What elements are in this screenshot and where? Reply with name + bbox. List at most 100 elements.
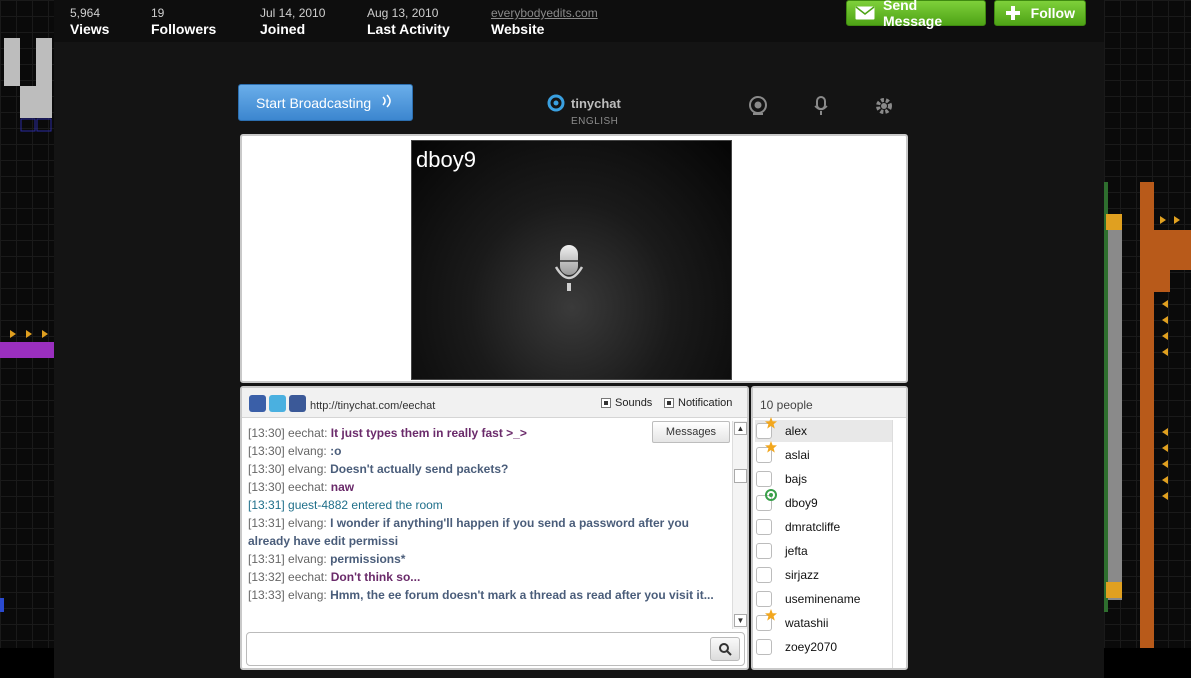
chat-message: [13:30] eechat: naw [248,478,734,496]
people-list-item[interactable]: aslai [755,441,892,466]
chat-message: [13:33] elvang: Hmm, the ee forum doesn'… [248,586,734,604]
people-list-item[interactable]: jefta [755,540,892,562]
plus-icon [1003,5,1023,21]
stat-followers-label: Followers [151,21,217,37]
right-blocks-art [1104,182,1191,648]
message-time: [13:30] [248,444,285,458]
people-count: 10 people [753,388,906,418]
website-link[interactable]: everybodyedits.com [491,6,598,20]
chat-toolbar: http://tinychat.com/eechat Sounds Notifi… [242,388,747,418]
message-text: It just types them in really fast >_> [330,426,527,440]
system-message-text: [13:31] guest-4882 entered the room [248,498,443,512]
send-message-button[interactable]: Send Message [846,0,986,29]
start-broadcasting-button[interactable]: Start Broadcasting [238,84,413,121]
people-list-item[interactable]: zoey2070 [755,636,892,658]
stat-joined-label: Joined [260,21,306,37]
stat-followers: 19 Followers [151,6,216,38]
stat-joined: Jul 14, 2010 Joined [260,6,325,38]
user-avatar-box [756,417,777,439]
people-list-item[interactable]: useminename [755,588,892,610]
message-text: Doesn't actually send packets? [330,462,509,476]
message-nick[interactable]: eechat: [288,480,327,494]
start-broadcasting-label: Start Broadcasting [256,94,372,111]
broadcast-waves-icon [381,93,393,112]
people-list-item[interactable]: alex [755,417,892,442]
stat-last-activity-label: Last Activity [367,21,450,37]
user-name: alex [785,424,808,438]
sounds-checkbox[interactable] [601,398,611,408]
message-text: permissions* [330,552,406,566]
user-avatar-box [756,591,772,607]
message-nick[interactable]: eechat: [288,570,327,584]
user-name: dboy9 [785,496,818,510]
scroll-up-button[interactable]: ▲ [734,422,747,435]
scroll-down-button[interactable]: ▼ [734,614,747,627]
twitter-share-icon[interactable] [269,395,286,412]
chat-input[interactable] [249,635,707,663]
user-avatar-box [756,639,772,655]
notification-checkbox[interactable] [664,398,674,408]
user-name: bajs [785,472,808,486]
notification-label: Notification [678,397,733,409]
stat-views: 5,964 Views [70,6,109,38]
left-blocks-art [0,38,54,612]
right-game-decoration [1104,0,1191,648]
notification-toggle[interactable]: Notification [664,397,732,409]
stat-joined-value: Jul 14, 2010 [260,6,326,20]
message-text: Don't think so... [330,570,421,584]
message-list: [13:30] eechat: It just types them in re… [248,424,734,604]
message-time: [13:31] [248,516,285,530]
message-time: [13:30] [248,462,285,476]
chat-message: [13:31] guest-4882 entered the room [248,496,734,514]
user-name: useminename [785,592,861,606]
language-selector[interactable]: ENGLISH [571,116,618,127]
sounds-toggle[interactable]: Sounds [601,397,652,409]
messages-tab[interactable]: Messages [652,421,730,443]
user-name: zoey2070 [785,640,838,654]
microphone-icon[interactable] [810,95,832,117]
people-list-item[interactable]: watashii [755,609,892,634]
people-scrollbar[interactable] [892,420,904,668]
send-chat-button[interactable] [710,637,740,661]
user-name: jefta [785,544,808,558]
message-nick[interactable]: elvang: [288,444,327,458]
chat-panel: http://tinychat.com/eechat Sounds Notifi… [240,386,749,670]
chat-input-box [246,632,745,666]
message-text: Hmm, the ee forum doesn't mark a thread … [330,588,714,602]
people-list-item[interactable]: dboy9 [755,489,892,514]
user-name: sirjazz [785,568,820,582]
chat-message: [13:30] elvang: :o [248,442,734,460]
message-nick[interactable]: elvang: [288,588,327,602]
follow-button[interactable]: Follow [994,0,1086,26]
message-nick[interactable]: elvang: [288,462,327,476]
broadcaster-name: dboy9 [416,147,476,172]
left-game-decoration [0,0,54,648]
stat-website: everybodyedits.com Website [491,6,598,38]
follow-label: Follow [1030,5,1075,21]
facebook-share-icon[interactable] [289,395,306,412]
message-nick[interactable]: elvang: [288,552,327,566]
room-url[interactable]: http://tinychat.com/eechat [310,400,435,412]
people-list-item[interactable]: bajs [755,468,892,490]
broadcasting-icon [765,489,777,501]
user-avatar-box [756,609,777,631]
broadcaster-video[interactable]: dboy9 [411,140,732,380]
chat-scrollbar[interactable]: ▲ ▼ [732,421,747,629]
stat-last-activity: Aug 13, 2010 Last Activity [367,6,450,38]
message-time: [13:31] [248,552,285,566]
sounds-label: Sounds [615,397,653,409]
scroll-thumb[interactable] [734,469,747,483]
webcam-icon[interactable] [747,95,769,117]
message-nick[interactable]: eechat: [288,426,327,440]
star-icon [765,609,777,621]
search-icon [719,643,732,656]
myspace-share-icon[interactable] [249,395,266,412]
gear-icon[interactable] [873,95,895,117]
tinychat-logo: tinychat [547,94,621,112]
user-name: watashii [785,616,829,630]
chat-message: [13:31] elvang: permissions* [248,550,734,568]
people-list-item[interactable]: dmratcliffe [755,516,892,538]
user-name: aslai [785,448,810,462]
people-list-item[interactable]: sirjazz [755,564,892,586]
message-nick[interactable]: elvang: [288,516,327,530]
